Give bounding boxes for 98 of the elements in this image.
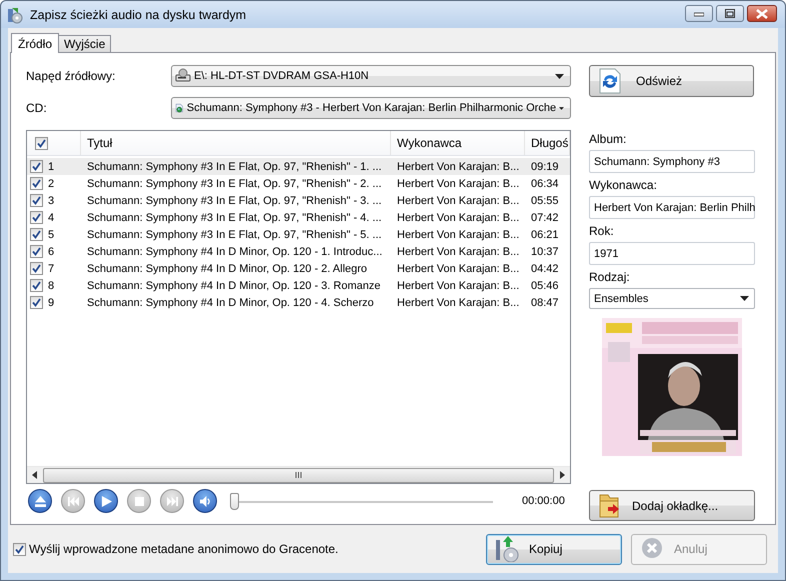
table-cell-text: Schumann: Symphony #3 In E Flat, Op. 97, "Rhenish" - 3. ... (86, 194, 383, 206)
maximize-icon (725, 9, 735, 18)
scroll-right-icon (560, 471, 565, 479)
add-cover-button[interactable]: Dodaj okładkę... (589, 490, 755, 521)
next-icon (166, 496, 178, 506)
minimize-icon (694, 10, 704, 16)
dropdown-arrow-icon (555, 74, 564, 78)
table-cell-text: Schumann: Symphony #3 In E Flat, Op. 97, "Rhenish" - 1. ... (86, 160, 383, 172)
column-header[interactable]: Wykonawca (391, 131, 525, 155)
refresh-button[interactable]: Odśwież (589, 65, 754, 97)
column-header[interactable]: Długoś (525, 131, 570, 155)
column-header[interactable]: Tytuł (81, 131, 391, 155)
close-icon (756, 8, 768, 18)
table-cell-text: Herbert Von Karajan: B... (396, 194, 520, 206)
track-checkbox[interactable] (30, 245, 43, 258)
track-number: 2 (48, 178, 54, 190)
close-button[interactable] (747, 5, 777, 22)
track-checkbox[interactable] (30, 211, 43, 224)
window-title: Zapisz ścieżki audio na dysku twardym (30, 8, 248, 22)
table-cell-text: Herbert Von Karajan: B... (396, 228, 520, 240)
drive-dropdown[interactable]: E\: HL-DT-ST DVDRAM GSA-H10N (171, 65, 571, 87)
track-number: 1 (48, 160, 54, 172)
slider-thumb[interactable] (230, 492, 239, 510)
track-checkbox[interactable] (30, 228, 43, 241)
checkbox-label: Wyślij wprowadzone metadane anonimowo do Gracenote. (29, 542, 338, 556)
table-cell-text: Schumann: Symphony #4 In D Minor, Op. 120 - 3. Romanze (86, 280, 382, 292)
genre-dropdown[interactable]: Ensembles (589, 288, 755, 309)
horizontal-scrollbar[interactable] (27, 466, 570, 483)
track-number: 4 (48, 212, 54, 224)
select-all-checkbox[interactable] (35, 136, 48, 150)
checkbox[interactable] (13, 542, 26, 556)
table-cell-text: Herbert Von Karajan: B... (396, 296, 520, 308)
table-cell-text: Schumann: Symphony #4 In D Minor, Op. 120 - 1. Introduc... (86, 246, 384, 258)
table-cell-text: Herbert Von Karajan: B... (396, 160, 520, 172)
track-number: 7 (48, 262, 54, 274)
cd-dropdown[interactable]: Schumann: Symphony #3 - Herbert Von Karajan: Berlin Philharmonic Orche (171, 97, 571, 119)
track-number: 9 (48, 296, 54, 308)
stop-icon (134, 496, 144, 506)
table-cell-text: Herbert Von Karajan: B... (396, 178, 520, 190)
selected-row-highlight[interactable]: 1 Schumann: Symphony #3 In E Flat, Op. 97, "Rhenish" - 1. ... Herbert Von Karajan: B... 09:19 (27, 158, 570, 175)
table-cell-text: Schumann: Symphony #4 In D Minor, Op. 120 - 4. Scherzo (86, 296, 375, 308)
album-field[interactable]: Schumann: Symphony #3 (589, 150, 755, 173)
copy-button[interactable]: Kopiuj (486, 534, 622, 564)
time-label: 00:00:00 (522, 495, 565, 507)
play-button[interactable] (94, 489, 118, 513)
table-cell-text: Schumann: Symphony #4 In D Minor, Op. 120 - 2. Allegro (86, 262, 368, 274)
field-label: Album: (589, 132, 628, 146)
track-number: 3 (48, 194, 54, 206)
table-cell-text: 08:47 (530, 296, 560, 308)
table-cell-text: 06:34 (530, 178, 560, 190)
year-field[interactable]: 1971 (589, 242, 755, 265)
volume-button[interactable] (193, 489, 217, 513)
maximize-button[interactable] (716, 5, 744, 22)
dropdown-arrow-icon (740, 296, 749, 301)
folder-arrow-icon (598, 492, 620, 518)
previous-icon (68, 496, 78, 506)
track-checkbox[interactable] (30, 279, 43, 292)
track-number: 6 (48, 246, 54, 258)
track-checkbox[interactable] (30, 194, 43, 207)
app-icon (6, 6, 24, 24)
disc-arrow-icon (495, 536, 519, 562)
field-label: Wykonawca: (589, 178, 658, 192)
refresh-icon (598, 68, 622, 94)
grip-icon (295, 472, 302, 478)
track-checkbox[interactable] (30, 177, 43, 190)
eject-button[interactable] (28, 489, 52, 513)
table-cell-text: 09:19 (530, 160, 560, 172)
track-checkbox[interactable] (30, 262, 43, 275)
field-label: Rok: (589, 224, 615, 238)
tab[interactable]: Wyjście (58, 35, 112, 52)
scroll-left-icon (32, 471, 37, 479)
tab[interactable]: Źródło (11, 33, 60, 53)
table-cell-text: Schumann: Symphony #3 In E Flat, Op. 97, "Rhenish" - 4. ... (86, 212, 383, 224)
table-cell-text: Herbert Von Karajan: B... (396, 212, 520, 224)
minimize-button[interactable] (685, 5, 713, 22)
drive-icon (175, 68, 191, 84)
table-cell-text: Schumann: Symphony #3 In E Flat, Op. 97, "Rhenish" - 2. ... (86, 178, 383, 190)
table-cell-text: Herbert Von Karajan: B... (396, 262, 520, 274)
volume-icon (200, 496, 210, 506)
track-checkbox[interactable] (30, 296, 43, 309)
table-cell-text: 10:37 (530, 246, 560, 258)
table-cell-text: Herbert Von Karajan: B... (396, 280, 520, 292)
track-number: 5 (48, 228, 54, 240)
table-cell-text: Schumann: Symphony #3 In E Flat, Op. 97, "Rhenish" - 5. ... (86, 228, 383, 240)
table-cell-text: 05:46 (530, 280, 560, 292)
table-cell-text: 05:55 (530, 194, 560, 206)
track-number: 8 (48, 280, 54, 292)
field-label: CD: (26, 101, 48, 115)
table-cell-text: 04:42 (530, 262, 560, 274)
eject-icon (34, 496, 46, 506)
table-cell-text: Herbert Von Karajan: B... (396, 246, 520, 258)
play-icon (100, 496, 112, 506)
table-cell-text: 07:42 (530, 212, 560, 224)
field-label: Rodzaj: (589, 270, 631, 284)
field-label: Napęd źródłowy: (26, 69, 116, 83)
table-cell-text: 06:21 (530, 228, 560, 240)
artist-field[interactable]: Herbert Von Karajan: Berlin Philh (589, 196, 755, 219)
dropdown-arrow-icon (559, 106, 564, 110)
